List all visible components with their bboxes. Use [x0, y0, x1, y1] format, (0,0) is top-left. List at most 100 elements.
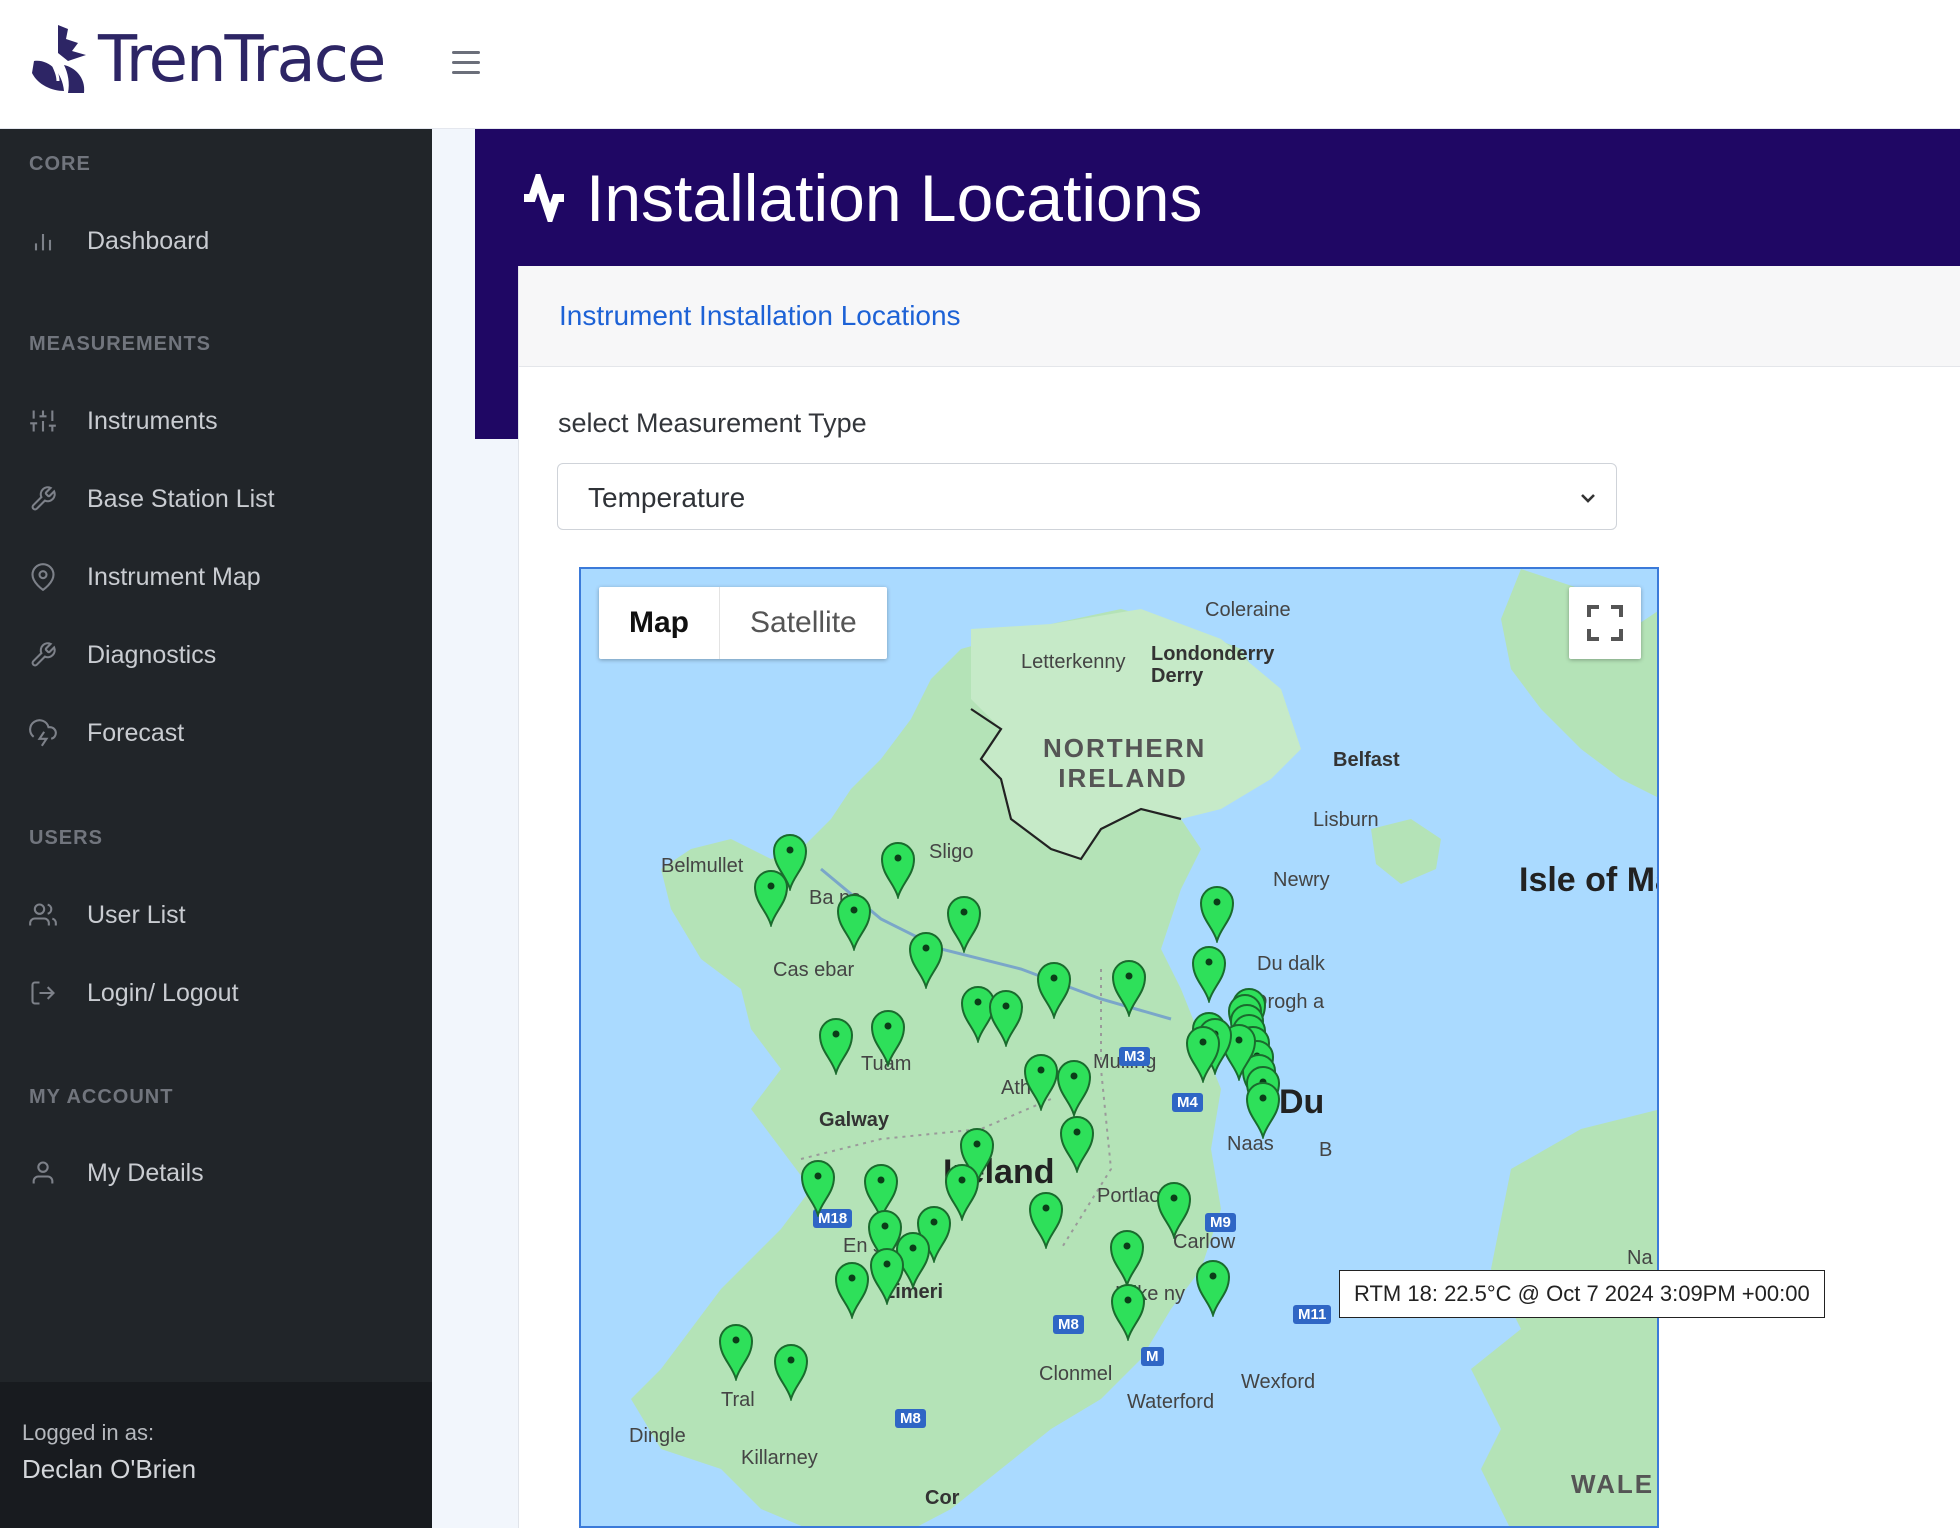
map-marker-icon[interactable] — [751, 867, 791, 927]
map-label-lisburn: Lisburn — [1313, 809, 1379, 831]
map-marker-icon[interactable] — [1026, 1189, 1066, 1249]
map-marker-icon[interactable] — [1243, 1079, 1283, 1139]
brand-name: TrenTrace — [98, 23, 386, 97]
card-title: Instrument Installation Locations — [559, 300, 961, 331]
map-label-belmullet: Belmullet — [661, 855, 744, 877]
sidebar-item-label: Forecast — [87, 718, 185, 747]
map-label-tralee: Tral — [721, 1389, 755, 1411]
map-marker-icon[interactable] — [1197, 883, 1237, 943]
map-marker-icon[interactable] — [942, 1161, 982, 1221]
map-marker-icon[interactable] — [1057, 1113, 1097, 1173]
page-title: Installation Locations — [520, 160, 1202, 236]
fullscreen-icon — [1587, 605, 1623, 641]
brand-logo[interactable]: TrenTrace — [28, 20, 386, 100]
logged-in-user-name: Declan O'Brien — [22, 1454, 197, 1484]
map-label-galway: Galway — [819, 1109, 890, 1131]
map-marker-icon[interactable] — [868, 1007, 908, 1067]
road-shield-m9: M9 — [1205, 1213, 1236, 1232]
map-marker-icon[interactable] — [1154, 1179, 1194, 1239]
map-marker-icon[interactable] — [798, 1157, 838, 1217]
map-marker-icon[interactable] — [1054, 1057, 1094, 1117]
map-label-coleraine: Coleraine — [1205, 599, 1291, 621]
map-marker-icon[interactable] — [816, 1015, 856, 1075]
road-shield-m4: M4 — [1172, 1093, 1203, 1112]
wrench-icon — [31, 486, 56, 511]
cloud-lightning-icon — [29, 719, 57, 747]
map-label-wexford: Wexford — [1241, 1371, 1316, 1393]
sidebar-item-label: Instrument Map — [87, 562, 261, 591]
map-label-northern-ireland: NORTHERN IRELAND — [1043, 733, 1207, 793]
map-marker-icon[interactable] — [1193, 1257, 1233, 1317]
sidebar: CORE Dashboard MEASUREMENTS Instruments … — [0, 129, 432, 1528]
map-marker-icon[interactable] — [1109, 957, 1149, 1017]
map-label-wales: WALE — [1571, 1469, 1655, 1499]
sidebar-heading-my-account: MY ACCOUNT — [29, 1086, 174, 1108]
sidebar-item-label: Login/ Logout — [87, 978, 239, 1007]
sidebar-heading-measurements: MEASUREMENTS — [29, 333, 212, 355]
map-label-isle_of_man: Isle of Ma — [1519, 861, 1659, 899]
sidebar-item-label: My Details — [87, 1158, 204, 1187]
map-marker-icon[interactable] — [832, 1259, 872, 1319]
sidebar-item-label: Dashboard — [87, 226, 210, 255]
sidebar-footer: Logged in as: Declan O'Brien — [0, 1382, 432, 1528]
map-label-bray: B — [1319, 1139, 1333, 1161]
map-label-na: Na — [1627, 1247, 1653, 1269]
map-marker-icon[interactable] — [771, 1341, 811, 1401]
user-icon — [32, 1161, 54, 1184]
road-shield-m8a: M8 — [1053, 1315, 1084, 1334]
map-marker-icon[interactable] — [1034, 959, 1074, 1019]
sidebar-item-diagnostics[interactable]: Diagnostics — [29, 631, 216, 679]
users-icon — [29, 903, 57, 926]
map-marker-icon[interactable] — [1189, 943, 1229, 1003]
logged-in-label: Logged in as: — [22, 1420, 155, 1445]
sidebar-item-login-logout[interactable]: Login/ Logout — [29, 969, 239, 1017]
map-label-belfast: Belfast — [1333, 749, 1400, 771]
map-marker-icon[interactable] — [1183, 1023, 1223, 1083]
map-marker-icon[interactable] — [1107, 1227, 1147, 1287]
measurement-type-select[interactable]: Temperature — [557, 463, 1617, 530]
sidebar-toggle-button[interactable] — [446, 44, 486, 80]
sidebar-item-label: Instruments — [87, 406, 218, 435]
chevron-down-icon — [1581, 494, 1595, 503]
sidebar-item-base-station-list[interactable]: Base Station List — [29, 475, 275, 523]
map-label-derry: Derry — [1151, 665, 1204, 687]
top-navbar: TrenTrace — [0, 0, 1960, 129]
map-type-map-button[interactable]: Map — [599, 587, 720, 659]
sidebar-item-label: User List — [87, 900, 186, 929]
map-label-castlebar: Cas ebar — [773, 959, 855, 981]
sidebar-item-dashboard[interactable]: Dashboard — [29, 217, 209, 265]
map-type-satellite-button[interactable]: Satellite — [720, 587, 887, 659]
road-shield-m11: M11 — [1293, 1305, 1332, 1324]
map-label-dundalk: Du dalk — [1257, 953, 1325, 975]
map-marker-icon[interactable] — [867, 1245, 907, 1305]
map-type-control: Map Satellite — [599, 587, 887, 659]
map-marker-icon[interactable] — [834, 891, 874, 951]
map-label-killarney: Killarney — [741, 1447, 818, 1469]
map-label-dublin: Du — [1279, 1083, 1325, 1121]
page-title-text: Installation Locations — [586, 161, 1203, 235]
sliders-icon — [30, 410, 56, 432]
fullscreen-button[interactable] — [1569, 587, 1641, 659]
road-shield-m: M — [1141, 1347, 1164, 1366]
sidebar-item-forecast[interactable]: Forecast — [29, 709, 184, 757]
road-shield-m8b: M8 — [895, 1409, 926, 1428]
sidebar-item-my-details[interactable]: My Details — [29, 1149, 204, 1197]
sidebar-item-user-list[interactable]: User List — [29, 891, 186, 939]
map-marker-icon[interactable] — [716, 1321, 756, 1381]
sidebar-item-instrument-map[interactable]: Instrument Map — [29, 553, 261, 601]
map-marker-icon[interactable] — [986, 987, 1026, 1047]
measurement-type-label: select Measurement Type — [558, 408, 867, 438]
sidebar-item-instruments[interactable]: Instruments — [29, 397, 218, 445]
sidebar-heading-core: CORE — [29, 153, 91, 175]
map-marker-icon[interactable] — [1108, 1281, 1148, 1341]
marker-tooltip: RTM 18: 22.5°C @ Oct 7 2024 3:09PM +00:0… — [1339, 1270, 1825, 1318]
installation-map[interactable]: Map Satellite Coleraine Letterkenny London… — [579, 567, 1659, 1528]
map-marker-icon[interactable] — [944, 893, 984, 953]
map-marker-icon[interactable] — [906, 929, 946, 989]
measurement-type-value: Temperature — [588, 482, 746, 513]
sidebar-item-label: Diagnostics — [87, 640, 217, 669]
map-marker-icon[interactable] — [878, 839, 918, 899]
map-label-letterkenny: Letterkenny — [1021, 651, 1126, 673]
map-label-sligo: Sligo — [929, 841, 974, 863]
activity-icon — [524, 174, 564, 222]
